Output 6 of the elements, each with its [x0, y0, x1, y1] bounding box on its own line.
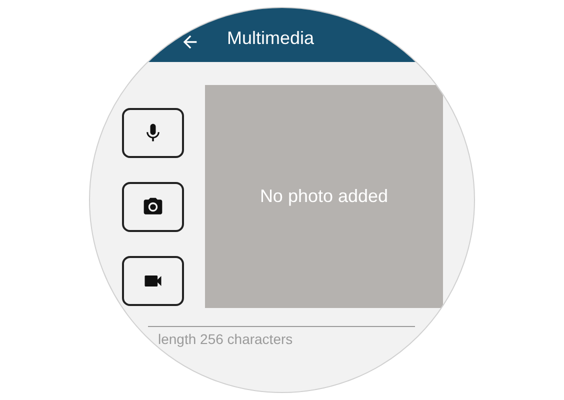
field-helper-text: length 256 characters [158, 330, 294, 349]
no-photo-text: No photo added [260, 185, 388, 208]
header-title: Multimedia [227, 27, 314, 50]
record-video-button[interactable] [122, 256, 184, 306]
record-audio-button[interactable] [122, 108, 184, 158]
take-photo-button[interactable] [122, 182, 184, 232]
